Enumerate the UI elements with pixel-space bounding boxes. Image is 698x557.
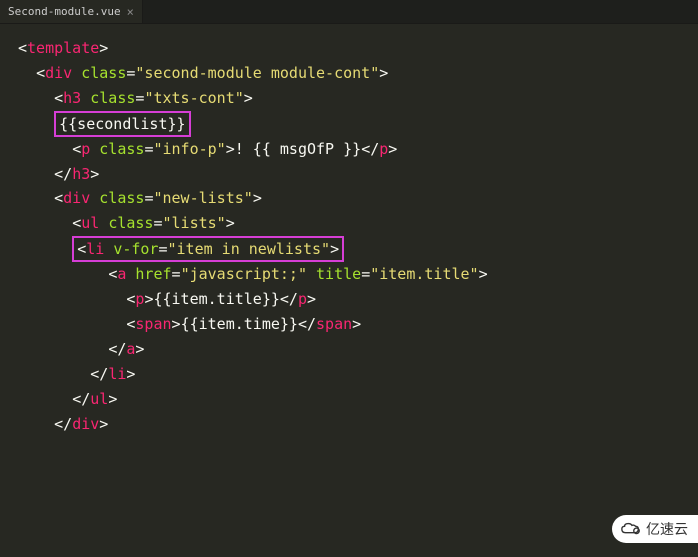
code-line: </a> bbox=[18, 337, 698, 362]
code-line-highlighted: {{secondlist}} bbox=[18, 111, 698, 137]
code-line: <p>{{item.title}}</p> bbox=[18, 287, 698, 312]
tab-filename: Second-module.vue bbox=[8, 5, 121, 18]
cloud-icon bbox=[620, 521, 642, 537]
code-line-highlighted: <li v-for="item in newlists"> bbox=[18, 236, 698, 262]
code-line: <p class="info-p">! {{ msgOfP }}</p> bbox=[18, 137, 698, 162]
highlight-box: <li v-for="item in newlists"> bbox=[72, 236, 344, 262]
code-line: </div> bbox=[18, 412, 698, 437]
highlight-box: {{secondlist}} bbox=[54, 111, 190, 137]
code-line: <ul class="lists"> bbox=[18, 211, 698, 236]
tab-bar: Second-module.vue × bbox=[0, 0, 698, 24]
code-line: <h3 class="txts-cont"> bbox=[18, 86, 698, 111]
code-line: <template> bbox=[18, 36, 698, 61]
code-line: </ul> bbox=[18, 387, 698, 412]
watermark-text: 亿速云 bbox=[646, 519, 688, 539]
watermark-badge: 亿速云 bbox=[612, 515, 698, 543]
code-line: </li> bbox=[18, 362, 698, 387]
code-line: <span>{{item.time}}</span> bbox=[18, 312, 698, 337]
code-line: <div class="second-module module-cont"> bbox=[18, 61, 698, 86]
code-line: <div class="new-lists"> bbox=[18, 186, 698, 211]
code-line: </h3> bbox=[18, 162, 698, 187]
close-icon[interactable]: × bbox=[127, 5, 134, 19]
code-line: <a href="javascript:;" title="item.title… bbox=[18, 262, 698, 287]
file-tab[interactable]: Second-module.vue × bbox=[0, 0, 143, 23]
code-editor[interactable]: <template> <div class="second-module mod… bbox=[0, 24, 698, 448]
